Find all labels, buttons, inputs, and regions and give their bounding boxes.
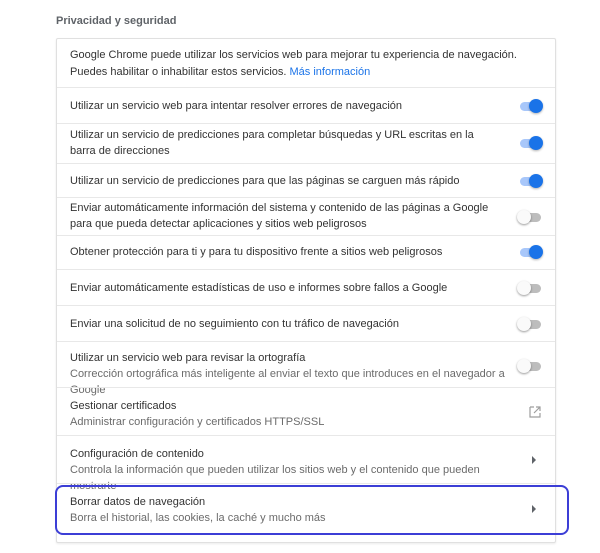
spellcheck-toggle[interactable] [517,359,543,373]
setting-text: Borrar datos de navegación Borra el hist… [70,494,490,526]
setting-label: Enviar automáticamente información del s… [70,202,489,230]
intro-text: Google Chrome puede utilizar los servici… [70,47,548,81]
chevron-right-icon[interactable] [531,505,537,513]
setting-text: Gestionar certificados Administrar confi… [70,398,490,430]
setting-search-predictions[interactable]: Utilizar un servicio de predicciones par… [57,123,555,163]
setting-safe-browsing-reports[interactable]: Enviar automáticamente información del s… [57,197,555,235]
setting-label: Obtener protección para ti y para tu dis… [70,246,443,258]
setting-do-not-track[interactable]: Enviar una solicitud de no seguimiento c… [57,305,555,341]
search-predictions-toggle[interactable] [517,136,543,150]
setting-usage-stats[interactable]: Enviar automáticamente estadísticas de u… [57,269,555,305]
setting-safe-browsing[interactable]: Obtener protección para ti y para tu dis… [57,235,555,269]
do-not-track-toggle[interactable] [517,317,543,331]
setting-sublabel: Administrar configuración y certificados… [70,416,325,428]
clear-browsing-data-row[interactable]: Borrar datos de navegación Borra el hist… [57,483,555,533]
setting-label: Utilizar un servicio web para revisar la… [70,352,306,364]
setting-label: Configuración de contenido [70,448,204,460]
setting-label: Borrar datos de navegación [70,496,206,508]
content-settings-row[interactable]: Configuración de contenido Controla la i… [57,435,555,492]
setting-label: Utilizar un servicio de predicciones par… [70,129,474,157]
setting-page-preload[interactable]: Utilizar un servicio de predicciones par… [57,163,555,197]
section-title: Privacidad y seguridad [56,15,177,27]
safe-browsing-toggle[interactable] [517,245,543,259]
setting-label: Gestionar certificados [70,400,177,412]
setting-label: Enviar una solicitud de no seguimiento c… [70,318,399,330]
setting-navigation-errors[interactable]: Utilizar un servicio web para intentar r… [57,87,555,123]
usage-stats-toggle[interactable] [517,281,543,295]
setting-sublabel: Borra el historial, las cookies, la cach… [70,512,326,524]
navigation-errors-toggle[interactable] [517,99,543,113]
open-in-new-icon[interactable] [529,406,541,418]
setting-label: Utilizar un servicio web para intentar r… [70,100,402,112]
safe-browsing-reports-toggle[interactable] [517,210,543,224]
manage-certificates-row[interactable]: Gestionar certificados Administrar confi… [57,387,555,435]
privacy-settings-card: Google Chrome puede utilizar los servici… [56,38,556,543]
page-preload-toggle[interactable] [517,174,543,188]
learn-more-link[interactable]: Más información [290,66,371,78]
setting-spellcheck[interactable]: Utilizar un servicio web para revisar la… [57,341,555,396]
chevron-right-icon[interactable] [531,456,537,464]
setting-label: Enviar automáticamente estadísticas de u… [70,282,448,294]
setting-label: Utilizar un servicio de predicciones par… [70,175,460,187]
